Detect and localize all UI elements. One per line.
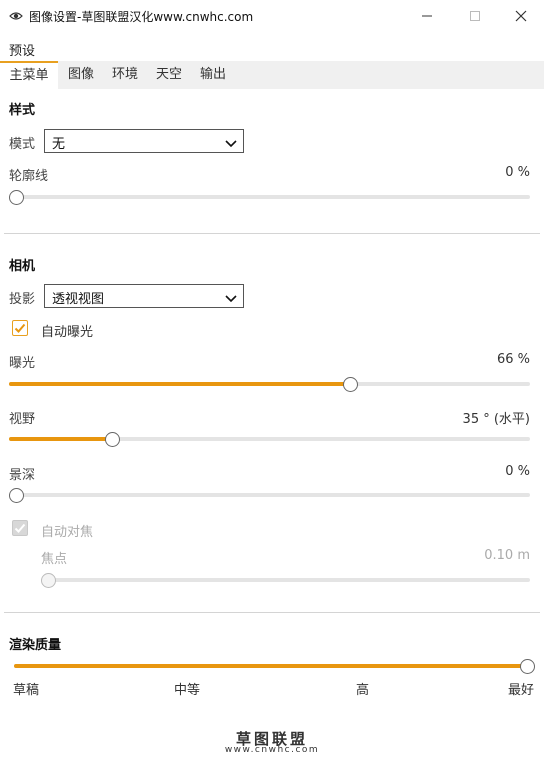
auto-exposure-checkbox[interactable] (12, 320, 28, 336)
maximize-button[interactable] (452, 0, 498, 32)
close-button[interactable] (498, 0, 544, 32)
auto-focus-label: 自动对焦 (41, 525, 94, 540)
tab-main-menu[interactable]: 主菜单 (0, 61, 58, 89)
slider-thumb[interactable] (343, 377, 358, 392)
section-title-camera: 相机 (9, 259, 36, 274)
projection-select[interactable]: 透视视图 (44, 284, 244, 308)
focus-slider[interactable] (41, 573, 530, 588)
fov-label: 视野 (9, 412, 36, 427)
slider-track (41, 578, 530, 582)
focus-value: 0.10 m (484, 548, 530, 563)
chevron-down-icon (225, 137, 237, 148)
projection-label: 投影 (9, 292, 36, 307)
mode-label: 模式 (9, 137, 36, 152)
dof-slider[interactable] (9, 488, 530, 503)
minimize-button[interactable] (404, 0, 450, 32)
slider-track (9, 195, 530, 199)
chevron-down-icon (225, 292, 237, 303)
exposure-value: 66 % (496, 352, 530, 367)
mode-select[interactable]: 无 (44, 129, 244, 153)
eye-icon (9, 9, 23, 23)
outline-value: 0 % (505, 165, 530, 180)
divider (4, 233, 540, 234)
quality-label-draft: 草稿 (13, 683, 40, 698)
tab-sky[interactable]: 天空 (148, 61, 190, 89)
watermark-url: www.cnwhc.com (224, 745, 320, 755)
fov-value: 35 ° (水平) (462, 412, 530, 427)
section-title-style: 样式 (9, 103, 36, 118)
quality-label-best: 最好 (508, 683, 535, 698)
projection-select-value: 透视视图 (52, 292, 105, 307)
tab-environment[interactable]: 环境 (104, 61, 146, 89)
menu-preset[interactable]: 预设 (9, 40, 35, 59)
tab-bar: 主菜单 图像 环境 天空 输出 (0, 61, 544, 89)
slider-thumb[interactable] (41, 573, 56, 588)
outline-slider[interactable] (9, 190, 530, 205)
dof-label: 景深 (9, 468, 36, 483)
window-title: 图像设置-草图联盟汉化www.cnwhc.com (29, 10, 254, 24)
section-title-quality: 渲染质量 (9, 638, 62, 653)
outline-label: 轮廓线 (9, 169, 49, 184)
dof-value: 0 % (505, 464, 530, 479)
slider-fill (9, 437, 113, 441)
auto-focus-checkbox[interactable] (12, 520, 28, 536)
fov-slider[interactable] (9, 432, 530, 447)
divider (4, 612, 540, 613)
slider-fill (9, 382, 351, 386)
title-bar: 图像设置-草图联盟汉化www.cnwhc.com (0, 0, 544, 32)
exposure-label: 曝光 (9, 356, 36, 371)
tab-output[interactable]: 输出 (192, 61, 234, 89)
slider-fill (14, 664, 528, 668)
quality-label-medium: 中等 (174, 683, 201, 698)
tab-image[interactable]: 图像 (60, 61, 102, 89)
checkmark-icon (14, 323, 26, 333)
checkmark-icon (14, 523, 26, 533)
auto-exposure-label: 自动曝光 (41, 325, 94, 340)
slider-track (9, 493, 530, 497)
quality-slider[interactable] (14, 659, 535, 674)
slider-thumb[interactable] (9, 190, 24, 205)
exposure-slider[interactable] (9, 377, 530, 392)
mode-select-value: 无 (52, 137, 66, 152)
slider-thumb[interactable] (520, 659, 535, 674)
slider-thumb[interactable] (9, 488, 24, 503)
slider-thumb[interactable] (105, 432, 120, 447)
focus-label: 焦点 (41, 552, 68, 567)
quality-label-high: 高 (356, 683, 370, 698)
